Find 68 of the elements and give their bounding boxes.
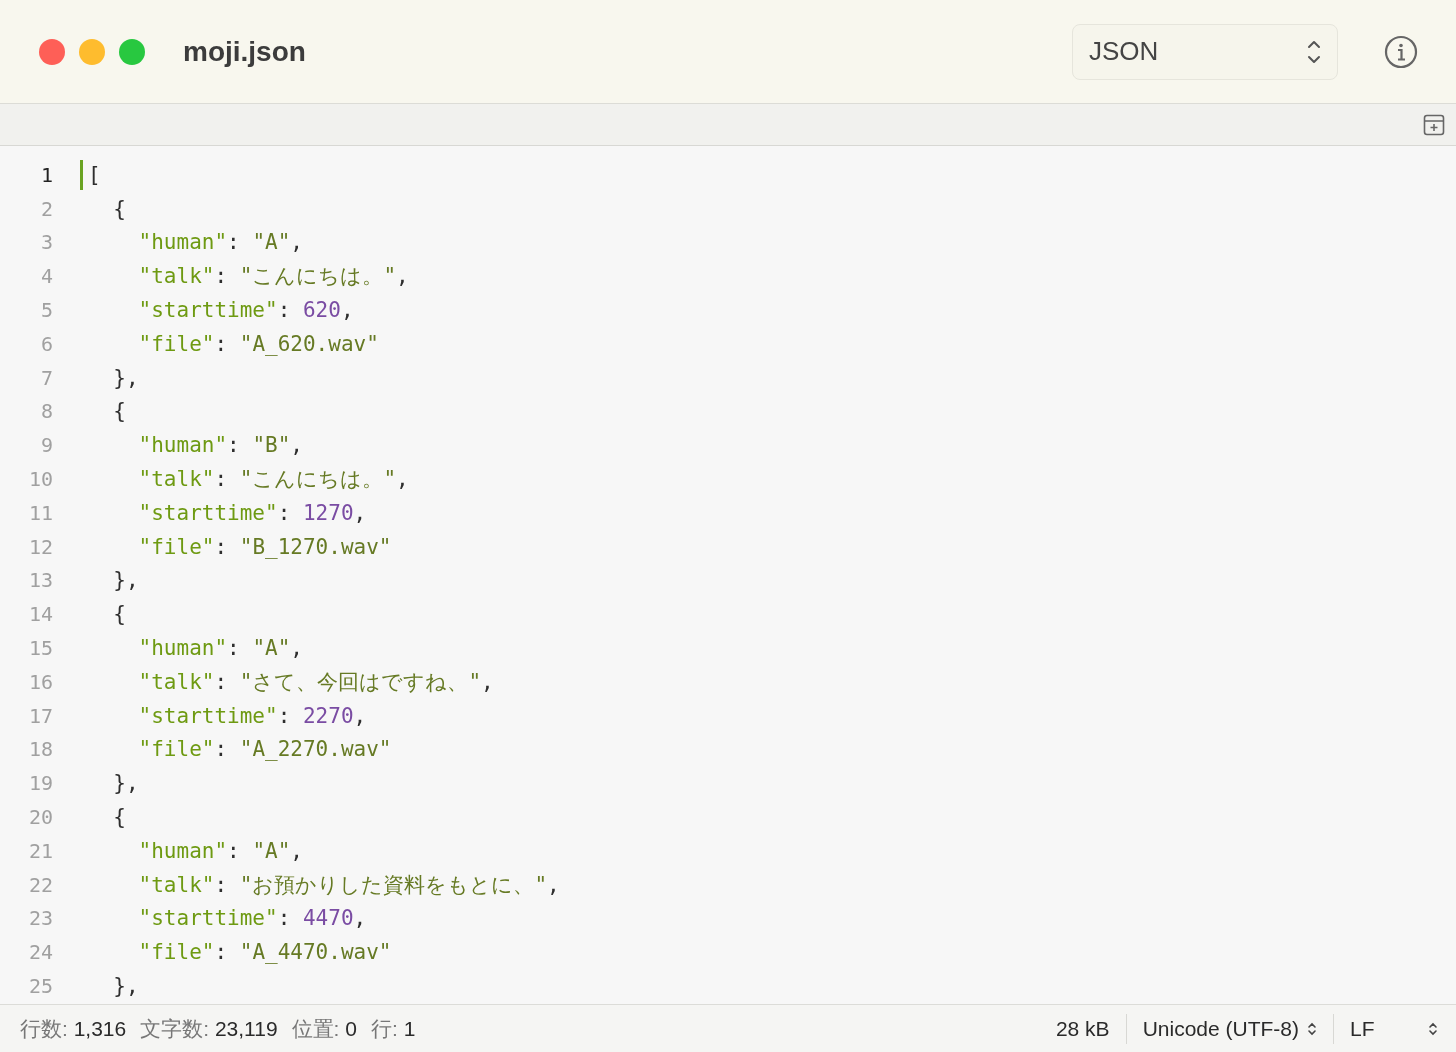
line-number: 22 [27, 872, 53, 897]
code-line: "talk": "こんにちは。", [137, 466, 409, 494]
code-line: "starttime": 2270, [137, 703, 367, 728]
code-line: "starttime": 620, [137, 298, 354, 323]
code-line: "file": "A_620.wav" [137, 331, 379, 356]
chevron-updown-icon [1307, 1020, 1317, 1037]
line-number: 9 [39, 433, 53, 458]
code-line: }, [112, 365, 139, 390]
syntax-select[interactable]: JSON [1072, 23, 1338, 80]
line-number: 12 [27, 534, 53, 559]
line-number: 10 [27, 467, 53, 492]
code-line: }, [112, 568, 139, 593]
window-title: moji.json [183, 35, 306, 68]
line-number: 3 [39, 230, 53, 255]
code-line: "starttime": 1270, [137, 500, 367, 525]
chevron-updown-icon [1428, 1020, 1438, 1037]
status-stat: 文字数: 23,119 [140, 1015, 278, 1042]
line-number: 18 [27, 737, 53, 762]
line-number: 11 [27, 500, 53, 525]
code-line: "human": "A", [137, 838, 303, 863]
line-ending-select[interactable]: LF [1334, 1016, 1438, 1041]
line-number: 13 [27, 568, 53, 593]
code-line: "file": "A_2270.wav" [137, 737, 392, 762]
line-number: 23 [27, 906, 53, 931]
code-line: }, [112, 771, 139, 796]
code-line: }, [112, 974, 139, 998]
line-number: 24 [27, 940, 53, 965]
code-line: "talk": "お預かりした資料をもとに、", [137, 871, 560, 899]
code-line: "starttime": 4470, [137, 906, 367, 931]
code-line: "file": "B_1270.wav" [137, 534, 392, 559]
code-line: { [112, 805, 126, 830]
line-number: 21 [27, 838, 53, 863]
code-line: { [112, 399, 126, 424]
line-number: 19 [27, 771, 53, 796]
code-line: "human": "B", [137, 433, 303, 458]
line-number: 15 [27, 636, 53, 661]
line-number: 20 [27, 805, 53, 830]
code-line: "talk": "さて、今回はですね、", [137, 668, 494, 696]
minimize-button[interactable] [79, 38, 105, 65]
code-line: [ [88, 162, 101, 187]
line-number: 4 [39, 264, 53, 289]
text-cursor [80, 159, 83, 190]
code-line: "talk": "こんにちは。", [137, 263, 409, 291]
line-number: 16 [27, 669, 53, 694]
chevron-updown-icon [1307, 38, 1321, 65]
status-stat: 位置: 0 [291, 1015, 357, 1042]
status-stat: 行: 1 [370, 1015, 416, 1042]
file-size: 28 kB [1055, 1016, 1111, 1041]
line-number: 6 [39, 331, 53, 356]
code-line: { [112, 196, 126, 221]
line-number: 8 [39, 399, 53, 424]
status-stat: 行数: 1,316 [20, 1015, 127, 1042]
code-line: "file": "A_4470.wav" [137, 940, 392, 965]
add-panel-icon[interactable] [1423, 113, 1445, 136]
code-line: "human": "A", [137, 230, 303, 255]
line-number: 25 [27, 974, 53, 998]
line-number: 2 [39, 196, 53, 221]
zoom-button[interactable] [119, 38, 145, 65]
code-line: { [112, 602, 126, 627]
code-line: "human": "A", [137, 636, 303, 661]
line-number: 14 [27, 602, 53, 627]
info-icon[interactable] [1384, 34, 1418, 69]
line-number: 7 [39, 365, 53, 390]
line-number: 1 [39, 162, 53, 187]
close-button[interactable] [39, 38, 65, 65]
line-number: 17 [27, 703, 53, 728]
encoding-select[interactable]: Unicode (UTF-8) [1126, 1016, 1333, 1041]
line-number: 5 [39, 298, 53, 323]
